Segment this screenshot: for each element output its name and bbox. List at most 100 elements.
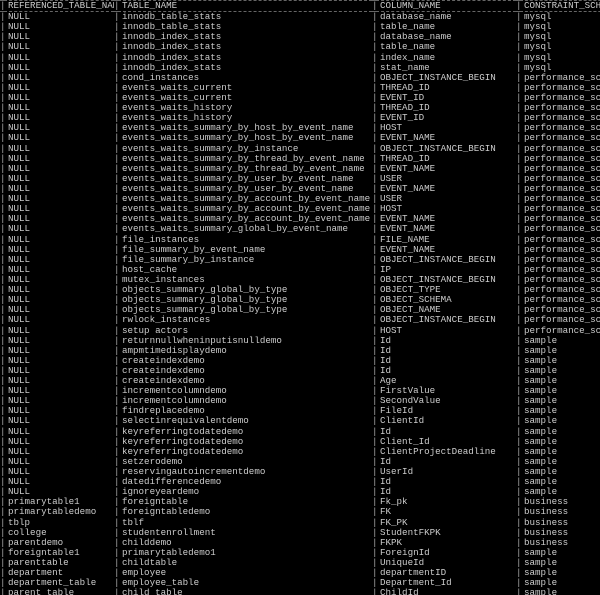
cell-column-name: Fk_pk	[376, 497, 516, 507]
cell-referenced-table: NULL	[4, 73, 114, 83]
cell-constraint-schema: sample	[520, 578, 600, 588]
cell-table-name: cond_instances	[118, 73, 372, 83]
cell-column-name: Id	[376, 427, 516, 437]
cell-column-name: EVENT_ID	[376, 93, 516, 103]
cell-column-name: ClientProjectDeadline	[376, 447, 516, 457]
col-constraint-schema: CONSTRAINT_SCHEMA	[520, 1, 600, 12]
cell-constraint-schema: sample	[520, 457, 600, 467]
cell-referenced-table: NULL	[4, 144, 114, 154]
cell-referenced-table: NULL	[4, 305, 114, 315]
table-row: |NULL|innodb_index_stats|stat_name|mysql…	[0, 63, 600, 73]
cell-constraint-schema: sample	[520, 376, 600, 386]
cell-constraint-schema: business	[520, 518, 600, 528]
table-row: |NULL|innodb_index_stats|database_name|m…	[0, 32, 600, 42]
cell-column-name: table_name	[376, 42, 516, 52]
cell-column-name: EVENT_NAME	[376, 214, 516, 224]
cell-column-name: stat_name	[376, 63, 516, 73]
cell-column-name: HOST	[376, 204, 516, 214]
cell-column-name: FKPK	[376, 538, 516, 548]
cell-referenced-table: NULL	[4, 123, 114, 133]
cell-referenced-table: NULL	[4, 326, 114, 336]
cell-table-name: employee	[118, 568, 372, 578]
table-row: |NULL|objects_summary_global_by_type|OBJ…	[0, 285, 600, 295]
table-row: |NULL|returnnullwheninputisnulldemo|Id|s…	[0, 336, 600, 346]
cell-column-name: OBJECT_NAME	[376, 305, 516, 315]
cell-column-name: ChildId	[376, 588, 516, 595]
cell-constraint-schema: sample	[520, 588, 600, 595]
table-row: |foreigntable1|primarytabledemo1|Foreign…	[0, 548, 600, 558]
cell-referenced-table: NULL	[4, 154, 114, 164]
table-row: |NULL|events_waits_summary_by_thread_by_…	[0, 164, 600, 174]
cell-column-name: IP	[376, 265, 516, 275]
cell-table-name: setup actors	[118, 326, 372, 336]
cell-column-name: USER	[376, 174, 516, 184]
table-row: |tblp|tblf|FK_PK|business|	[0, 518, 600, 528]
cell-table-name: events_waits_summary_by_user_by_event_na…	[118, 184, 372, 194]
table-row: |NULL|innodb_index_stats|index_name|mysq…	[0, 53, 600, 63]
cell-table-name: objects_summary_global_by_type	[118, 295, 372, 305]
table-row: |NULL|innodb_index_stats|table_name|mysq…	[0, 42, 600, 52]
table-row: |NULL|file_summary_by_instance|OBJECT_IN…	[0, 255, 600, 265]
cell-column-name: OBJECT_TYPE	[376, 285, 516, 295]
table-row: |NULL|incrementcolumndemo|SecondValue|sa…	[0, 396, 600, 406]
cell-column-name: Client_Id	[376, 437, 516, 447]
cell-table-name: employee_table	[118, 578, 372, 588]
cell-referenced-table: NULL	[4, 406, 114, 416]
cell-table-name: studentenrollment	[118, 528, 372, 538]
table-row: |NULL|datedifferencedemo|Id|sample|	[0, 477, 600, 487]
cell-column-name: FileId	[376, 406, 516, 416]
table-row: |NULL|selectinrequivalentdemo|ClientId|s…	[0, 416, 600, 426]
cell-constraint-schema: sample	[520, 548, 600, 558]
cell-column-name: OBJECT_SCHEMA	[376, 295, 516, 305]
cell-table-name: keyreferringtodatedemo	[118, 427, 372, 437]
cell-referenced-table: NULL	[4, 416, 114, 426]
cell-referenced-table: NULL	[4, 427, 114, 437]
cell-constraint-schema: performance_schema	[520, 154, 600, 164]
cell-column-name: FirstValue	[376, 386, 516, 396]
cell-column-name: Age	[376, 376, 516, 386]
cell-referenced-table: tblp	[4, 518, 114, 528]
cell-column-name: StudentFKPK	[376, 528, 516, 538]
cell-column-name: OBJECT_INSTANCE_BEGIN	[376, 275, 516, 285]
cell-constraint-schema: performance_schema	[520, 315, 600, 325]
cell-table-name: childtable	[118, 558, 372, 568]
table-row: |NULL|events_waits_summary_by_account_by…	[0, 214, 600, 224]
cell-referenced-table: NULL	[4, 164, 114, 174]
table-row: |NULL|rwlock_instances|OBJECT_INSTANCE_B…	[0, 315, 600, 325]
cell-constraint-schema: sample	[520, 356, 600, 366]
cell-constraint-schema: sample	[520, 396, 600, 406]
header-row: | REFERENCED_TABLE_NAME | TABLE_NAME | C…	[0, 1, 600, 12]
cell-column-name: HOST	[376, 326, 516, 336]
cell-column-name: THREAD_ID	[376, 103, 516, 113]
cell-constraint-schema: performance_schema	[520, 255, 600, 265]
cell-column-name: Id	[376, 477, 516, 487]
cell-table-name: innodb_index_stats	[118, 32, 372, 42]
cell-referenced-table: NULL	[4, 103, 114, 113]
cell-constraint-schema: mysql	[520, 53, 600, 63]
table-row: |NULL|events_waits_current|THREAD_ID|per…	[0, 83, 600, 93]
cell-referenced-table: NULL	[4, 93, 114, 103]
cell-table-name: foreigntabledemo	[118, 507, 372, 517]
cell-constraint-schema: performance_schema	[520, 184, 600, 194]
cell-referenced-table: NULL	[4, 22, 114, 32]
cell-referenced-table: NULL	[4, 447, 114, 457]
cell-constraint-schema: business	[520, 497, 600, 507]
cell-constraint-schema: business	[520, 507, 600, 517]
cell-referenced-table: NULL	[4, 457, 114, 467]
cell-table-name: events_waits_summary_global_by_event_nam…	[118, 224, 372, 234]
cell-table-name: file_summary_by_event_name	[118, 245, 372, 255]
cell-column-name: database_name	[376, 12, 516, 23]
cell-table-name: file_summary_by_instance	[118, 255, 372, 265]
cell-constraint-schema: performance_schema	[520, 73, 600, 83]
table-row: |NULL|createindexdemo|Age|sample|	[0, 376, 600, 386]
cell-constraint-schema: sample	[520, 386, 600, 396]
table-row: |NULL|findreplacedemo|FileId|sample|	[0, 406, 600, 416]
table-row: |NULL|file_summary_by_event_name|EVENT_N…	[0, 245, 600, 255]
table-row: |NULL|events_waits_summary_by_instance|O…	[0, 144, 600, 154]
cell-constraint-schema: performance_schema	[520, 214, 600, 224]
cell-constraint-schema: mysql	[520, 63, 600, 73]
cell-constraint-schema: sample	[520, 416, 600, 426]
cell-constraint-schema: performance_schema	[520, 164, 600, 174]
cell-table-name: objects_summary_global_by_type	[118, 305, 372, 315]
cell-table-name: rwlock_instances	[118, 315, 372, 325]
